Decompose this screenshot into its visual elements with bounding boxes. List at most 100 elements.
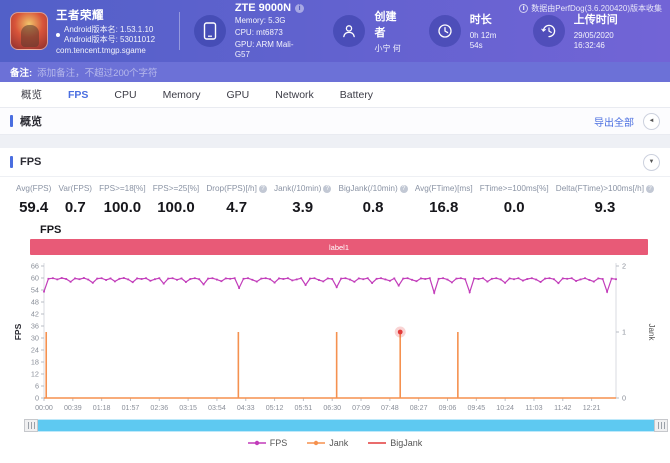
legend-label: BigJank [390,438,423,448]
fps-point [100,277,103,280]
fps-point [300,277,303,280]
fps-point [189,278,192,280]
fps-point [517,277,520,280]
scrollbar-right-handle[interactable] [654,419,668,432]
scrollbar-track[interactable] [38,419,654,432]
chart-legend: FPS Jank BigJank [0,438,670,448]
legend-label: FPS [269,438,288,448]
upload-time-icon [532,15,565,47]
note-input-placeholder[interactable]: 添加备注，不超过200个字符 [37,65,157,79]
fps-point [473,277,475,280]
bigjank-point[interactable] [397,329,403,335]
fps-point [610,277,613,280]
fps-point [105,279,107,281]
tab-概览[interactable]: 概览 [8,87,55,102]
fps-point [393,277,396,280]
header: 王者荣耀 Android版本名: 1.53.1.10 Android版本号: 5… [0,0,670,62]
accent-bar [10,115,13,127]
collapse-down-button[interactable]: ▼ [643,153,660,171]
note-bar[interactable]: 备注: 添加备注，不超过200个字符 [0,62,670,82]
fps-point [353,280,356,283]
tab-Network[interactable]: Network [262,89,327,101]
scrollbar-left-handle[interactable] [24,419,38,432]
help-icon[interactable]: ? [323,184,332,193]
stat-label: FPS>=25[%] [152,184,200,193]
tab-FPS[interactable]: FPS [55,89,101,101]
fps-point [131,281,134,284]
divider [178,12,180,50]
fps-point [326,277,329,280]
creator-value: 小宁 何 [374,44,401,53]
fps-point [592,280,595,283]
fps-point [198,278,201,281]
legend-item-bigjank[interactable]: BigJank [368,438,422,448]
fps-point [322,280,325,283]
upload-value: 29/05/2020 16:32:46 [573,31,614,50]
fps-point [428,277,431,280]
fps-point [282,278,285,280]
x-tick: 00:00 [35,404,53,412]
fps-point [247,277,249,280]
fps-point [539,281,542,283]
stat-fps-25-: FPS>=25[%] 100.0 [153,184,199,216]
stat-label: Jank(/10min)? [274,184,332,193]
help-icon[interactable]: ? [645,184,654,193]
fps-point [366,277,369,280]
x-tick: 07:48 [381,404,399,412]
fps-point [530,277,533,280]
fps-point [224,277,227,280]
y-left-tick: 0 [35,394,39,403]
stat-value: 4.7 [226,199,248,216]
fps-line [43,277,617,295]
legend-item-fps[interactable]: FPS [247,438,288,448]
fps-point [171,277,174,280]
tab-GPU[interactable]: GPU [214,89,263,101]
fps-point [389,279,391,282]
fps-point [561,277,564,280]
fps-point [397,284,400,287]
fps-chart[interactable]: 061218243036424854606601200:00 00:39 01:18… [10,260,660,418]
fps-section-title: FPS [20,156,42,168]
tab-Memory[interactable]: Memory [150,89,214,101]
fps-point [136,277,138,280]
x-tick: 00:39 [64,404,82,412]
fps-point [579,278,582,281]
fps-point [145,277,147,280]
device-info-icon[interactable]: i [295,3,305,13]
label1-banner[interactable]: label1 [30,239,648,255]
fps-point [344,277,347,280]
fps-point [264,277,267,280]
export-all-link[interactable]: 导出全部 [594,114,634,129]
y-left-tick: 66 [31,262,39,271]
fps-point [380,277,382,280]
x-tick: 07:09 [352,404,370,412]
fps-point [193,277,196,280]
collapse-left-button[interactable]: ◄ [643,112,660,130]
fps-point [526,278,529,280]
help-icon[interactable]: ? [399,184,408,193]
fps-point [114,280,116,283]
fps-point [495,277,498,280]
tab-Battery[interactable]: Battery [327,89,386,101]
y-left-tick: 24 [31,346,39,355]
stat-fps-18-: FPS>=18[%] 100.0 [99,184,145,216]
section-gap [0,135,670,148]
chart-title: FPS [40,224,62,236]
android-version-code: Android版本号: 53011012 [64,34,156,44]
tab-CPU[interactable]: CPU [101,89,149,101]
y-left-tick: 42 [31,310,39,319]
y-left-tick: 12 [31,370,39,379]
legend-label: Jank [329,438,349,448]
help-icon[interactable]: ? [258,184,267,193]
x-tick: 04:33 [237,404,255,412]
grip-icon [657,422,665,429]
game-app-icon [10,12,48,50]
x-tick: 08:27 [410,404,428,412]
x-tick: 02:36 [150,404,168,412]
fps-point [118,277,121,280]
legend-item-jank[interactable]: Jank [307,438,348,448]
tab-bar: 概览 FPS CPU Memory GPU Network Battery [0,82,670,108]
fps-point [349,278,351,281]
device-model: ZTE 9000N [234,2,292,14]
fps-point [513,278,515,281]
